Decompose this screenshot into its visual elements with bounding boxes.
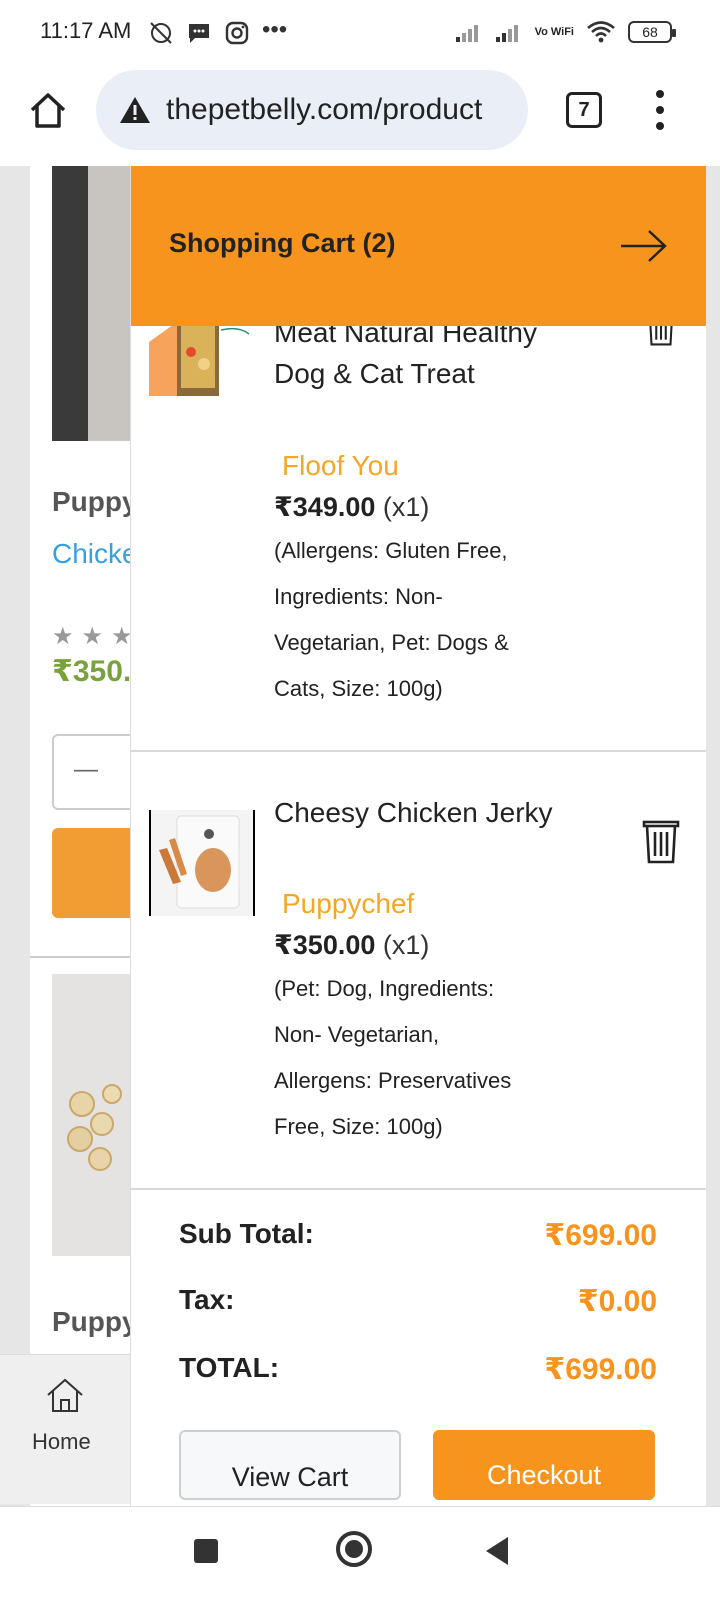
tax-value: ₹0.00 bbox=[577, 1285, 657, 1318]
total-value: ₹699.00 bbox=[544, 1353, 657, 1386]
tax-row: Tax: ₹0.00 bbox=[179, 1284, 657, 1324]
arrow-right-icon[interactable] bbox=[619, 228, 669, 264]
subtotal-value: ₹699.00 bbox=[544, 1219, 657, 1252]
item-attributes: (Allergens: Gluten Free, Ingredients: No… bbox=[274, 538, 509, 701]
nav-home-label[interactable]: Home bbox=[32, 1429, 91, 1455]
subtotal-row: Sub Total: ₹699.00 bbox=[179, 1218, 657, 1258]
item-price: ₹350.00 bbox=[274, 930, 376, 960]
system-icons: Vo WiFi 68 bbox=[455, 20, 676, 44]
browser-toolbar: thepetbelly.com/product 7 bbox=[0, 68, 720, 164]
item-name[interactable]: Cheesy Chicken Jerky bbox=[274, 792, 554, 833]
total-row: TOTAL: ₹699.00 bbox=[179, 1352, 657, 1392]
product-thumbnail[interactable] bbox=[149, 810, 255, 916]
view-cart-button[interactable]: View Cart bbox=[179, 1430, 401, 1500]
back-icon[interactable] bbox=[486, 1537, 508, 1565]
status-time: 11:17 AM bbox=[40, 18, 132, 43]
total-label: TOTAL: bbox=[179, 1352, 280, 1383]
home-icon[interactable] bbox=[44, 1375, 86, 1415]
cart-header: Shopping Cart (2) bbox=[131, 166, 706, 326]
item-quantity: (x1) bbox=[382, 492, 430, 522]
product-title[interactable]: Puppy bbox=[52, 1306, 138, 1338]
product-subtitle[interactable]: Chicke bbox=[52, 538, 138, 570]
item-divider bbox=[131, 750, 706, 752]
site-bottom-nav: Home bbox=[0, 1354, 132, 1504]
more-dots-icon: ••• bbox=[262, 16, 288, 43]
item-divider bbox=[131, 1188, 706, 1190]
vowifi-icon: Vo WiFi bbox=[534, 25, 574, 38]
item-price-line: ₹349.00 (x1) bbox=[274, 492, 429, 523]
trash-icon[interactable] bbox=[639, 816, 683, 864]
product-image[interactable] bbox=[52, 166, 132, 441]
cart-drawer: Shopping Cart (2) Meat Natural Healthy D… bbox=[130, 166, 706, 1506]
item-brand: Floof You bbox=[282, 450, 399, 481]
url-text: thepetbelly.com/product bbox=[166, 93, 483, 126]
wifi-icon bbox=[587, 21, 615, 43]
product-title[interactable]: Puppy bbox=[52, 486, 138, 518]
item-brand: Puppychef bbox=[282, 888, 415, 919]
instagram-icon bbox=[225, 21, 249, 45]
item-price: ₹349.00 bbox=[274, 492, 376, 522]
notification-icons: ••• bbox=[148, 16, 288, 46]
warning-icon bbox=[120, 97, 150, 123]
recents-icon[interactable] bbox=[194, 1539, 218, 1563]
item-price-line: ₹350.00 (x1) bbox=[274, 930, 429, 961]
item-quantity: (x1) bbox=[382, 930, 430, 960]
checkout-button[interactable]: Checkout bbox=[433, 1430, 655, 1500]
home-circle-icon[interactable] bbox=[336, 1531, 372, 1567]
system-nav-bar bbox=[0, 1506, 720, 1600]
jerky-pack-image bbox=[151, 810, 253, 916]
battery-icon: 68 bbox=[628, 21, 676, 43]
lotus-chips-image bbox=[67, 1084, 122, 1171]
item-attributes: (Pet: Dog, Ingredients: Non- Vegetarian,… bbox=[274, 976, 512, 1139]
home-icon[interactable] bbox=[28, 90, 68, 130]
rating-stars: ★★★ bbox=[52, 623, 141, 650]
cart-title: Shopping Cart (2) bbox=[169, 228, 396, 258]
alarm-off-icon bbox=[150, 22, 172, 44]
tax-label: Tax: bbox=[179, 1284, 235, 1315]
product-image[interactable] bbox=[52, 974, 132, 1256]
address-bar[interactable]: thepetbelly.com/product bbox=[96, 70, 528, 150]
message-icon bbox=[189, 24, 209, 43]
tab-switcher-button[interactable]: 7 bbox=[566, 92, 602, 128]
subtotal-label: Sub Total: bbox=[179, 1218, 314, 1249]
signal-icon bbox=[495, 25, 518, 42]
status-bar: 11:17 AM ••• Vo WiFi 68 bbox=[0, 0, 720, 68]
signal-icon bbox=[455, 25, 478, 42]
item-name[interactable]: Meat Natural Healthy Dog & Cat Treat bbox=[274, 312, 554, 436]
product-price: ₹350. bbox=[52, 655, 132, 688]
browser-menu-icon[interactable] bbox=[650, 90, 670, 130]
